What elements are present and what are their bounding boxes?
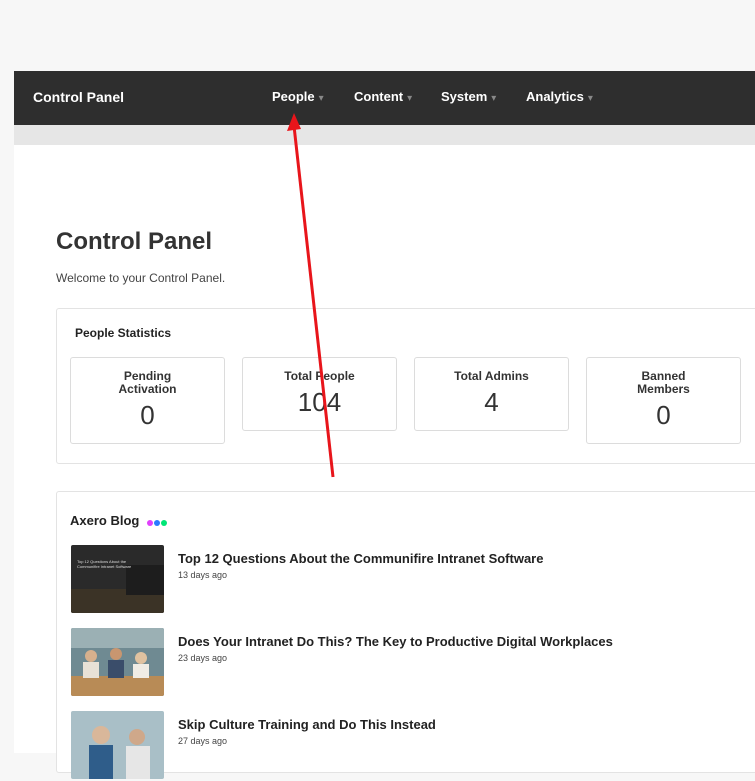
nav-content[interactable]: Content ▾ bbox=[354, 89, 412, 104]
post-date: 27 days ago bbox=[178, 736, 228, 746]
nav-content-label: Content bbox=[354, 89, 404, 104]
nav-people-label: People bbox=[272, 89, 315, 104]
post-thumbnail[interactable]: Top 12 Questions About the Communifire I… bbox=[71, 545, 164, 613]
axero-blog-card: Axero Blog Top 12 Questions About the Co… bbox=[56, 491, 755, 779]
chevron-down-icon: ▾ bbox=[318, 93, 324, 104]
post-title[interactable]: Top 12 Questions About the Communifire I… bbox=[178, 551, 543, 566]
blog-post[interactable]: Skip Culture Training and Do This Instea… bbox=[71, 711, 751, 781]
browser-top-area bbox=[0, 0, 755, 71]
stat-total-people[interactable]: Total People 104 bbox=[242, 357, 397, 431]
page-title: Control Panel bbox=[56, 228, 213, 255]
stat-label: Banned Members bbox=[637, 369, 690, 396]
people-statistics-card: People Statistics Pending Activation 0 To… bbox=[56, 308, 755, 464]
stat-label: Total Admins bbox=[454, 369, 529, 383]
nav-system-label: System bbox=[441, 89, 488, 104]
post-title[interactable]: Skip Culture Training and Do This Instea… bbox=[178, 717, 436, 732]
stat-pending-activation[interactable]: Pending Activation 0 bbox=[70, 357, 225, 444]
blog-post[interactable]: Does Your Intranet Do This? The Key to P… bbox=[71, 628, 751, 698]
stat-value: 104 bbox=[297, 387, 342, 417]
stat-total-admins[interactable]: Total Admins 4 bbox=[414, 357, 569, 431]
stats-title: People Statistics bbox=[75, 326, 172, 340]
stat-value: 0 bbox=[140, 400, 155, 430]
post-title[interactable]: Does Your Intranet Do This? The Key to P… bbox=[178, 634, 613, 649]
nav-people[interactable]: People ▾ bbox=[272, 89, 324, 104]
nav-system[interactable]: System ▾ bbox=[441, 89, 496, 104]
nav-analytics-label: Analytics bbox=[526, 89, 584, 104]
chevron-down-icon: ▾ bbox=[491, 93, 497, 104]
main-content: Control Panel Welcome to your Control Pa… bbox=[14, 145, 755, 779]
stat-value: 0 bbox=[656, 400, 671, 430]
chevron-down-icon: ▾ bbox=[587, 93, 593, 104]
thumb-text: Top 12 Questions About the Communifire I… bbox=[77, 559, 132, 569]
brand-dots-icon bbox=[146, 514, 168, 529]
post-date: 13 days ago bbox=[178, 570, 228, 580]
stat-label: Pending Activation bbox=[118, 369, 177, 396]
welcome-text: Welcome to your Control Panel. bbox=[56, 271, 226, 285]
post-date: 23 days ago bbox=[178, 653, 228, 663]
sub-navbar bbox=[14, 125, 755, 145]
post-thumbnail[interactable] bbox=[71, 628, 164, 696]
blog-post[interactable]: Top 12 Questions About the Communifire I… bbox=[71, 545, 751, 615]
nav-analytics[interactable]: Analytics ▾ bbox=[526, 89, 593, 104]
stat-banned-members[interactable]: Banned Members 0 bbox=[586, 357, 741, 444]
top-navbar: Control Panel People ▾ Content ▾ System ▾ A… bbox=[14, 71, 755, 125]
brand-link[interactable]: Control Panel bbox=[33, 89, 124, 105]
stat-value: 4 bbox=[484, 387, 499, 417]
post-thumbnail[interactable] bbox=[71, 711, 164, 779]
stat-label: Total People bbox=[284, 369, 355, 383]
chevron-down-icon: ▾ bbox=[407, 93, 413, 104]
blog-title: Axero Blog bbox=[70, 513, 168, 529]
